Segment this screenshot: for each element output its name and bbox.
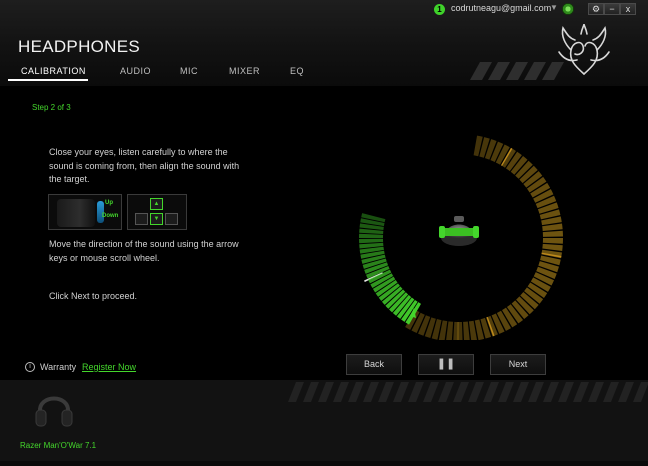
arrow-keys-illustration: ▲ ▼ — [127, 194, 187, 230]
close-button[interactable]: x — [620, 3, 636, 15]
pause-button[interactable]: ❚❚ — [418, 354, 474, 375]
account-dropdown-icon[interactable]: ▼ — [550, 3, 558, 12]
account-notification-badge[interactable]: 1 — [434, 4, 445, 15]
target-direction-ring — [359, 213, 421, 325]
tab-audio[interactable]: AUDIO — [120, 66, 151, 76]
arrow-left-key-icon — [135, 213, 148, 225]
next-button[interactable]: Next — [490, 354, 546, 375]
warranty-label: Warranty — [40, 362, 77, 372]
info-icon: i — [25, 362, 35, 372]
listener-head-icon — [439, 216, 479, 246]
tab-mixer[interactable]: MIXER — [229, 66, 260, 76]
account-email[interactable]: codrutneagu@gmail.com — [451, 3, 551, 13]
tab-eq[interactable]: EQ — [290, 66, 304, 76]
proceed-hint: Click Next to proceed. — [49, 291, 138, 301]
register-now-link[interactable]: Register Now — [82, 362, 136, 372]
minimize-button[interactable]: − — [604, 3, 620, 15]
decorative-stripes — [470, 62, 564, 80]
scroll-wheel-illustration: Up Down — [48, 194, 122, 230]
scroll-wheel-icon — [97, 201, 104, 223]
arrow-right-key-icon — [165, 213, 178, 225]
calibration-instructions: Close your eyes, listen carefully to whe… — [49, 147, 240, 184]
decorative-stripes — [288, 382, 648, 402]
direction-hint: Move the direction of the sound using th… — [49, 239, 239, 263]
page-title: HEADPHONES — [18, 37, 141, 56]
tab-mic[interactable]: MIC — [180, 66, 198, 76]
device-name[interactable]: Razer Man'O'War 7.1 — [20, 441, 96, 450]
arrow-up-key-icon: ▲ — [150, 198, 163, 210]
arrow-down-key-icon: ▼ — [150, 213, 163, 225]
calibration-dial[interactable] — [358, 120, 578, 340]
settings-button[interactable]: ⚙ — [588, 3, 604, 15]
cloud-sync-icon[interactable] — [562, 3, 574, 15]
mouse-illustration-icon — [57, 199, 95, 227]
synapse-window: 1 codrutneagu@gmail.com ▼ ⚙ − x HEADPHON… — [0, 0, 648, 466]
scroll-up-label: Up — [105, 200, 113, 206]
step-indicator: Step 2 of 3 — [32, 103, 71, 112]
scroll-down-label: Down — [102, 213, 119, 219]
active-tab-indicator — [8, 79, 88, 81]
window-bottom-edge — [0, 461, 648, 466]
tab-calibration[interactable]: CALIBRATION — [21, 66, 86, 76]
headset-icon[interactable] — [34, 386, 74, 432]
back-button[interactable]: Back — [346, 354, 402, 375]
